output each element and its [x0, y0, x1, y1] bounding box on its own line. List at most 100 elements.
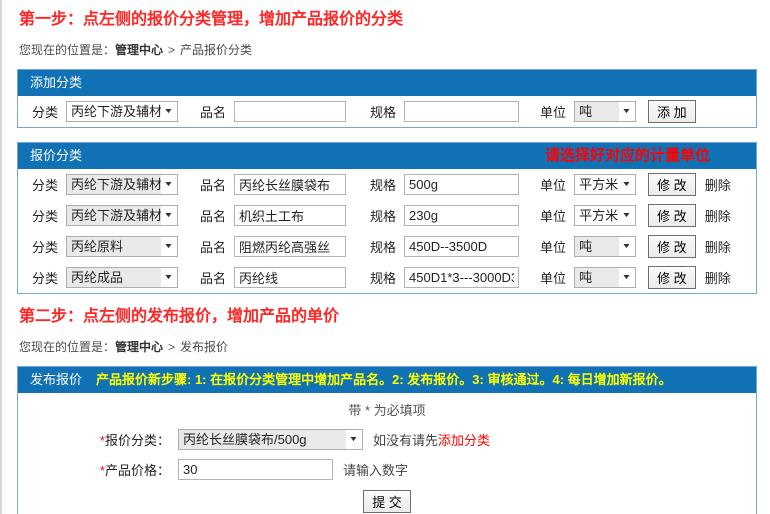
unit-select[interactable]: 平方米 ▼ — [574, 174, 636, 195]
chevron-down-icon: ▼ — [348, 436, 358, 443]
quote-category-select-value: 丙纶长丝膜袋布/500g — [179, 430, 346, 449]
name-input[interactable] — [234, 267, 346, 288]
category-label: 分类 — [32, 268, 58, 287]
submit-row: 提 交 — [18, 484, 756, 514]
spec-label: 规格 — [370, 102, 396, 121]
submit-button[interactable]: 提 交 — [363, 490, 411, 513]
price-hint-text: 请输入数字 — [343, 460, 408, 479]
quote-category-panel-title: 报价分类 — [30, 143, 82, 169]
unit-select-value: 吨 — [575, 268, 619, 287]
unit-label: 单位 — [540, 175, 566, 194]
chevron-down-icon: ▼ — [163, 212, 173, 219]
breadcrumb-prefix: 您现在的位置是： — [19, 43, 115, 57]
breadcrumb: 您现在的位置是：管理中心>发布报价 — [19, 338, 757, 355]
chevron-down-icon: ▼ — [163, 181, 173, 188]
category-select-value: 丙纶下游及辅材 — [67, 102, 161, 121]
unit-select-value: 吨 — [575, 237, 619, 256]
category-label: 分类 — [32, 206, 58, 225]
publish-quote-panel-header: 发布报价 产品报价新步骤: 1: 在报价分类管理中增加产品名。2: 发布报价。3… — [18, 367, 756, 393]
publish-quote-panel: 发布报价 产品报价新步骤: 1: 在报价分类管理中增加产品名。2: 发布报价。3… — [17, 366, 757, 514]
chevron-down-icon: ▼ — [621, 108, 631, 115]
category-select-value: 丙纶成品 — [67, 268, 161, 287]
delete-link[interactable]: 删除 — [705, 268, 731, 287]
spec-input[interactable] — [404, 267, 519, 288]
unit-reminder-note: 请选择好对应的计量单位 — [545, 143, 710, 169]
required-fields-note: 带 * 为必填项 — [18, 393, 756, 424]
category-select[interactable]: 丙纶下游及辅材 ▼ — [66, 205, 178, 226]
chevron-down-icon: ▼ — [163, 274, 173, 281]
chevron-down-icon: ▼ — [621, 181, 631, 188]
category-select[interactable]: 丙纶下游及辅材 ▼ — [66, 174, 178, 195]
unit-select-value: 平方米 — [575, 175, 619, 194]
chevron-down-icon: ▼ — [621, 274, 631, 281]
spec-label: 规格 — [370, 206, 396, 225]
quote-category-field-row: *报价分类： 丙纶长丝膜袋布/500g ▼ 如没有请先添加分类 — [18, 424, 756, 454]
product-price-input[interactable] — [178, 459, 333, 480]
modify-button[interactable]: 修 改 — [648, 173, 696, 196]
category-label: 分类 — [32, 175, 58, 194]
unit-select[interactable]: 吨 ▼ — [574, 101, 636, 122]
category-select-value: 丙纶下游及辅材 — [67, 175, 161, 194]
add-category-panel-header: 添加分类 — [18, 70, 756, 96]
category-select[interactable]: 丙纶下游及辅材 ▼ — [66, 101, 178, 122]
spec-label: 规格 — [370, 237, 396, 256]
unit-select[interactable]: 吨 ▼ — [574, 236, 636, 257]
modify-button[interactable]: 修 改 — [648, 266, 696, 289]
unit-select[interactable]: 平方米 ▼ — [574, 205, 636, 226]
breadcrumb-current: 发布报价 — [180, 340, 228, 354]
category-label: 分类 — [32, 237, 58, 256]
chevron-down-icon: ▼ — [163, 108, 173, 115]
name-input[interactable] — [234, 174, 346, 195]
name-label: 品名 — [200, 102, 226, 121]
add-button[interactable]: 添 加 — [648, 100, 696, 123]
quote-steps-note: 产品报价新步骤: 1: 在报价分类管理中增加产品名。2: 发布报价。3: 审核通… — [96, 367, 672, 393]
chevron-down-icon: ▼ — [621, 243, 631, 250]
add-category-hint-text: 如没有请先 — [373, 433, 438, 448]
name-label: 品名 — [200, 237, 226, 256]
spec-input[interactable] — [404, 101, 519, 122]
add-category-panel: 添加分类 分类 丙纶下游及辅材 ▼ 品名 规格 单位 吨 ▼ 添 加 — [17, 69, 757, 128]
publish-quote-panel-title: 发布报价 — [30, 367, 82, 393]
category-select-value: 丙纶原料 — [67, 237, 161, 256]
spec-label: 规格 — [370, 175, 396, 194]
breadcrumb-separator: > — [168, 43, 175, 57]
spec-input[interactable] — [404, 205, 519, 226]
breadcrumb: 您现在的位置是：管理中心>产品报价分类 — [19, 41, 757, 58]
unit-label: 单位 — [540, 268, 566, 287]
modify-button[interactable]: 修 改 — [648, 204, 696, 227]
category-row: 分类 丙纶成品 ▼ 品名 规格 单位 吨 ▼ 修 改 删除 — [18, 262, 756, 293]
quote-category-select[interactable]: 丙纶长丝膜袋布/500g ▼ — [178, 429, 363, 450]
breadcrumb-section[interactable]: 管理中心 — [115, 340, 163, 354]
name-label: 品名 — [200, 175, 226, 194]
unit-label: 单位 — [540, 237, 566, 256]
delete-link[interactable]: 删除 — [705, 175, 731, 194]
modify-button[interactable]: 修 改 — [648, 235, 696, 258]
chevron-down-icon: ▼ — [621, 212, 631, 219]
category-select[interactable]: 丙纶原料 ▼ — [66, 236, 178, 257]
name-input[interactable] — [234, 101, 346, 122]
breadcrumb-prefix: 您现在的位置是： — [19, 340, 115, 354]
name-label: 品名 — [200, 206, 226, 225]
category-select-value: 丙纶下游及辅材 — [67, 206, 161, 225]
chevron-down-icon: ▼ — [163, 243, 173, 250]
name-label: 品名 — [200, 268, 226, 287]
name-input[interactable] — [234, 205, 346, 226]
quote-category-panel-header: 报价分类 请选择好对应的计量单位 — [18, 143, 756, 169]
quote-category-panel: 报价分类 请选择好对应的计量单位 分类 丙纶下游及辅材 ▼ 品名 规格 单位 平… — [17, 142, 757, 294]
spec-input[interactable] — [404, 174, 519, 195]
spec-input[interactable] — [404, 236, 519, 257]
step1-heading: 第一步：点左侧的报价分类管理，增加产品报价的分类 — [19, 10, 757, 30]
admin-quote-page: 第一步：点左侧的报价分类管理，增加产品报价的分类 您现在的位置是：管理中心>产品… — [0, 0, 770, 514]
step2-heading: 第二步：点左侧的发布报价，增加产品的单价 — [19, 307, 757, 327]
delete-link[interactable]: 删除 — [705, 237, 731, 256]
unit-select-value: 吨 — [575, 102, 619, 121]
spec-label: 规格 — [370, 268, 396, 287]
quote-category-label: 报价分类： — [105, 433, 170, 448]
add-category-link[interactable]: 添加分类 — [438, 433, 490, 448]
unit-select[interactable]: 吨 ▼ — [574, 267, 636, 288]
product-price-field-row: *产品价格： 请输入数字 — [18, 454, 756, 484]
breadcrumb-section[interactable]: 管理中心 — [115, 43, 163, 57]
category-select[interactable]: 丙纶成品 ▼ — [66, 267, 178, 288]
delete-link[interactable]: 删除 — [705, 206, 731, 225]
name-input[interactable] — [234, 236, 346, 257]
